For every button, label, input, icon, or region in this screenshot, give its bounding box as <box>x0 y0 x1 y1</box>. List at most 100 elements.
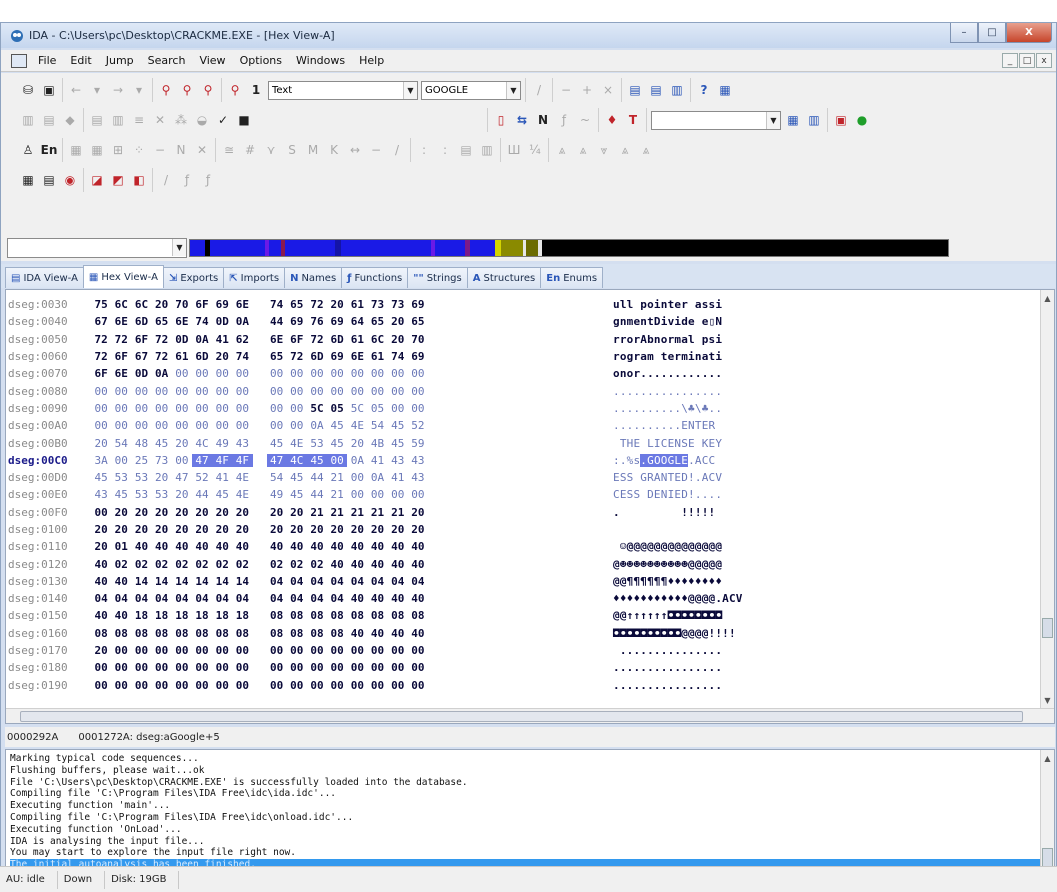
hex-byte[interactable]: 08 <box>307 627 327 640</box>
hex-row[interactable]: dseg:0040 67 6E 6D 65 6E 74 0D 0A 44 69 76 69 64 65 20 6… <box>6 313 1036 330</box>
menu-help[interactable]: Help <box>352 54 391 67</box>
hex-byte[interactable]: 48 <box>131 437 151 450</box>
hex-byte[interactable]: 08 <box>131 627 151 640</box>
hex-byte[interactable]: 20 <box>212 523 232 536</box>
hex-byte[interactable]: 00 <box>172 367 192 380</box>
hex-byte[interactable]: 20 <box>172 506 192 519</box>
hex-byte[interactable]: 6F <box>287 333 307 346</box>
hex-byte[interactable]: 00 <box>267 367 287 380</box>
hex-byte[interactable]: 65 <box>152 315 172 328</box>
scroll-thumb[interactable] <box>20 711 1023 722</box>
hex-byte[interactable]: 20 <box>408 523 428 536</box>
hex-byte[interactable]: 00 <box>91 385 111 398</box>
hex-byte[interactable]: 18 <box>232 609 252 622</box>
hex-byte[interactable]: 02 <box>287 558 307 571</box>
hex-byte[interactable]: 02 <box>111 558 131 571</box>
hex-byte[interactable]: 00 <box>408 679 428 692</box>
hex-byte[interactable]: 04 <box>232 592 252 605</box>
hex-byte[interactable]: 20 <box>131 523 151 536</box>
hex-byte[interactable]: 04 <box>287 575 307 588</box>
hex-byte[interactable]: 40 <box>367 627 387 640</box>
hex-byte[interactable]: 00 <box>152 402 172 415</box>
hex-byte[interactable]: 00 <box>91 402 111 415</box>
output-window[interactable]: Marking typical code sequences... Flushin… <box>5 749 1055 885</box>
hex-byte[interactable]: 40 <box>388 540 408 553</box>
hex-byte[interactable]: 40 <box>388 592 408 605</box>
hex-byte[interactable]: 20 <box>347 437 367 450</box>
menu-windows[interactable]: Windows <box>289 54 352 67</box>
hex-row[interactable]: dseg:00B0 20 54 48 45 20 4C 49 43 45 4E 53 45 20 4B 45 5… <box>6 434 1036 451</box>
hex-byte[interactable]: 00 <box>192 367 212 380</box>
table2-icon[interactable]: ▥ <box>478 141 496 159</box>
hex-byte[interactable]: 00 <box>131 402 151 415</box>
hex-byte[interactable]: 74 <box>267 298 287 311</box>
strings-icon[interactable]: ~ <box>576 111 594 129</box>
proximity-view-icon[interactable]: ▥ <box>668 81 686 99</box>
hex-byte[interactable]: 00 <box>172 661 192 674</box>
hex-byte[interactable]: 20 <box>232 523 252 536</box>
hex-byte[interactable]: 4F <box>232 453 253 467</box>
hex-byte[interactable]: 40 <box>347 558 367 571</box>
cross-ref-icon[interactable]: ✕ <box>151 111 169 129</box>
hex-byte[interactable]: 40 <box>307 540 327 553</box>
hex-byte[interactable]: 69 <box>327 315 347 328</box>
hex-row[interactable]: dseg:0030 75 6C 6C 20 70 6F 69 6E 74 65 72 20 61 73 73 6… <box>6 296 1036 313</box>
stop-icon[interactable]: ◉ <box>61 171 79 189</box>
hex-byte[interactable]: 00 <box>91 661 111 674</box>
hex-byte[interactable]: 72 <box>307 298 327 311</box>
hex-byte[interactable]: 02 <box>212 558 232 571</box>
hex-byte[interactable]: 45 <box>152 437 172 450</box>
output-line[interactable]: Compiling file 'C:\Program Files\IDA Fre… <box>10 788 1040 800</box>
hex-byte[interactable]: 00 <box>131 661 151 674</box>
hex-byte[interactable]: 0A <box>347 454 367 467</box>
hex-byte[interactable]: 40 <box>367 558 387 571</box>
hex-byte[interactable]: 40 <box>347 627 367 640</box>
chevron-down-icon[interactable]: ▼ <box>506 81 520 99</box>
hex-byte[interactable]: 74 <box>192 315 212 328</box>
hex-byte[interactable]: 4F <box>212 453 233 467</box>
hex-byte[interactable]: 08 <box>327 609 347 622</box>
hex-byte[interactable]: 6F <box>111 350 131 363</box>
graph-view-icon[interactable]: ▤ <box>626 81 644 99</box>
hex-byte[interactable]: 21 <box>327 471 347 484</box>
hex-byte[interactable]: 00 <box>111 385 131 398</box>
hex-byte[interactable]: 00 <box>212 402 232 415</box>
hex-byte[interactable]: 05 <box>327 402 347 415</box>
hex-byte[interactable]: 65 <box>408 315 428 328</box>
minus-icon[interactable]: − <box>557 81 575 99</box>
hex-byte[interactable]: 00 <box>232 661 252 674</box>
hex-byte[interactable]: 6E <box>347 350 367 363</box>
hex-byte[interactable]: 20 <box>388 315 408 328</box>
hex-byte[interactable]: 72 <box>152 350 172 363</box>
cross-icon[interactable]: × <box>599 81 617 99</box>
italic-f-icon[interactable]: / <box>157 171 175 189</box>
hex-byte[interactable]: 21 <box>307 506 327 519</box>
hex-byte[interactable]: 45 <box>91 471 111 484</box>
hex-byte[interactable]: 08 <box>232 627 252 640</box>
hex-byte[interactable]: 00 <box>91 679 111 692</box>
call-graph-icon[interactable]: ▥ <box>805 111 823 129</box>
hex-byte[interactable]: 20 <box>152 523 172 536</box>
block-icon[interactable]: ■ <box>235 111 253 129</box>
hex-byte[interactable]: 6F <box>131 333 151 346</box>
hex-byte[interactable]: 72 <box>152 333 172 346</box>
hex-byte[interactable]: 67 <box>131 350 151 363</box>
hex-byte[interactable]: 45 <box>111 488 131 501</box>
hex-byte[interactable]: 00 <box>307 644 327 657</box>
hex-byte[interactable]: 00 <box>307 385 327 398</box>
hex-byte[interactable]: 41 <box>388 471 408 484</box>
hex-byte[interactable]: 08 <box>367 609 387 622</box>
hex-byte[interactable]: 08 <box>267 609 287 622</box>
hex-byte[interactable]: 04 <box>152 592 172 605</box>
hex-byte[interactable]: 45 <box>327 419 347 432</box>
hex-byte[interactable]: 00 <box>347 679 367 692</box>
hex-byte[interactable]: 6D <box>131 315 151 328</box>
hex-byte[interactable]: 69 <box>327 350 347 363</box>
tree-d-icon[interactable]: ⩓ <box>616 141 634 159</box>
hex-byte[interactable]: 43 <box>91 488 111 501</box>
hex-byte[interactable]: 20 <box>347 523 367 536</box>
hex-row[interactable]: dseg:0120 40 02 02 02 02 02 02 02 02 02 02 40 40 40 40 4… <box>6 555 1036 572</box>
hex-byte[interactable]: 08 <box>172 627 192 640</box>
hex-byte[interactable]: 53 <box>131 471 151 484</box>
hex-row[interactable]: dseg:0110 20 01 40 40 40 40 40 40 40 40 40 40 40 40 40 4… <box>6 538 1036 555</box>
